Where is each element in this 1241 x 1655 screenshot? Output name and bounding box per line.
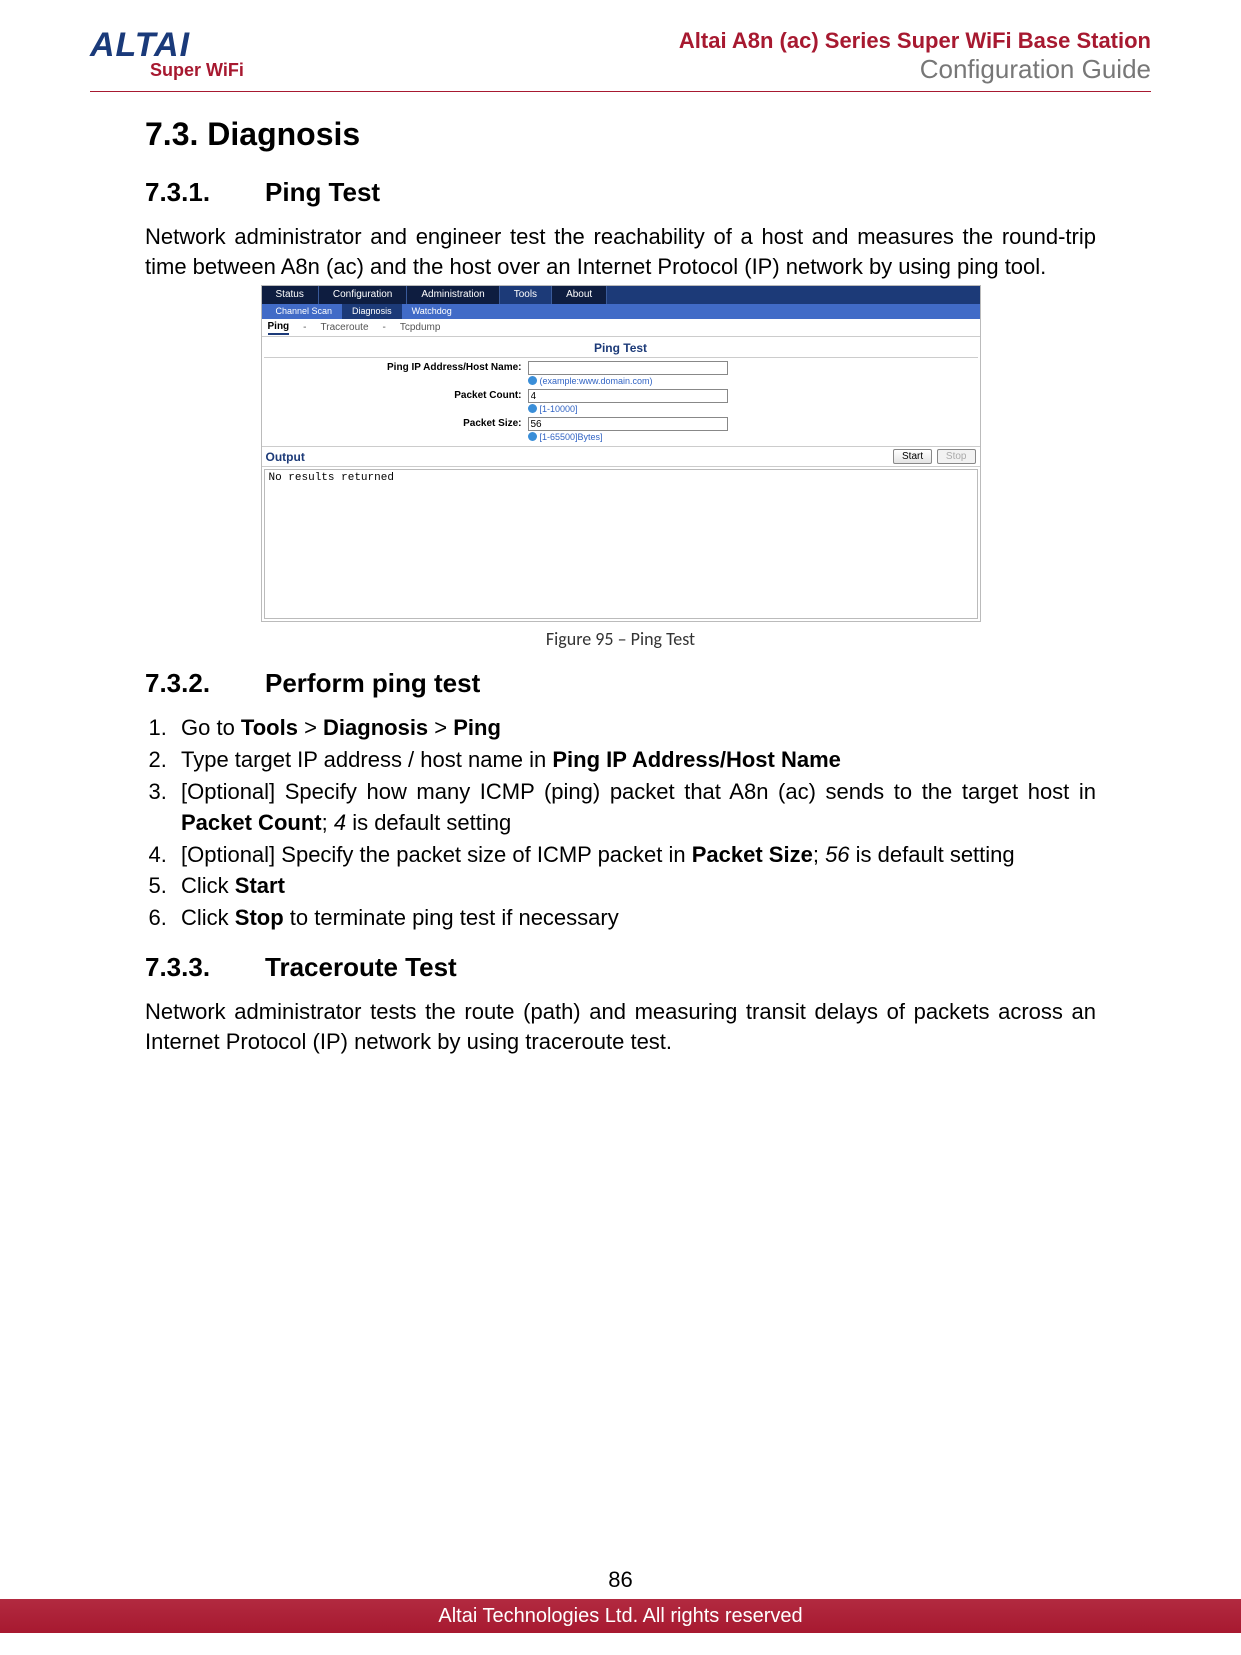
output-box: No results returned xyxy=(264,469,978,619)
subtab-diagnosis[interactable]: Diagnosis xyxy=(342,304,402,319)
doc-title: Altai A8n (ac) Series Super WiFi Base St… xyxy=(679,28,1151,54)
figure-caption: Figure 95 – Ping Test xyxy=(261,628,981,650)
logo-sub: Super WiFi xyxy=(150,60,244,81)
output-title: Output xyxy=(266,450,305,464)
stop-button[interactable]: Stop xyxy=(937,449,976,464)
tab-administration[interactable]: Administration xyxy=(407,286,499,304)
logo-main: ALTAI xyxy=(90,28,244,62)
subtab-channel-scan[interactable]: Channel Scan xyxy=(266,304,343,319)
sub-title: Ping Test xyxy=(265,177,380,207)
doc-subtitle: Configuration Guide xyxy=(679,54,1151,85)
crumb-sep: - xyxy=(303,322,306,333)
tab-configuration[interactable]: Configuration xyxy=(319,286,407,304)
sub-tab-bar: Channel Scan Diagnosis Watchdog xyxy=(262,304,980,319)
header-right: Altai A8n (ac) Series Super WiFi Base St… xyxy=(679,28,1151,85)
step-1: Go to Tools > Diagnosis > Ping xyxy=(173,713,1096,744)
count-label: Packet Count: xyxy=(262,389,528,401)
sub-title: Perform ping test xyxy=(265,668,480,698)
tab-status[interactable]: Status xyxy=(262,286,319,304)
logo: ALTAI Super WiFi xyxy=(90,28,244,81)
sub-num: 7.3.1. xyxy=(145,177,265,208)
size-input[interactable] xyxy=(528,417,728,431)
sub-title: Traceroute Test xyxy=(265,952,457,982)
breadcrumb: Ping - Traceroute - Tcpdump xyxy=(262,319,980,337)
tab-tools[interactable]: Tools xyxy=(500,286,552,304)
step-5: Click Start xyxy=(173,871,1096,902)
step-4: [Optional] Specify the packet size of IC… xyxy=(173,840,1096,871)
subsection-perform-ping: 7.3.2.Perform ping test xyxy=(145,668,1096,699)
crumb-tcpdump[interactable]: Tcpdump xyxy=(400,322,441,333)
section-heading: 7.3. Diagnosis xyxy=(145,116,1096,153)
sub-num: 7.3.3. xyxy=(145,952,265,983)
ping-test-paragraph: Network administrator and engineer test … xyxy=(145,222,1096,281)
crumb-ping[interactable]: Ping xyxy=(268,321,290,335)
start-button[interactable]: Start xyxy=(893,449,932,464)
footer-copyright: Altai Technologies Ltd. All rights reser… xyxy=(0,1599,1241,1633)
host-label: Ping IP Address/Host Name: xyxy=(262,361,528,373)
crumb-sep: - xyxy=(383,322,386,333)
step-6: Click Stop to terminate ping test if nec… xyxy=(173,903,1096,934)
size-label: Packet Size: xyxy=(262,417,528,429)
count-hint: [1-10000] xyxy=(528,404,980,414)
sub-num: 7.3.2. xyxy=(145,668,265,699)
subsection-traceroute: 7.3.3.Traceroute Test xyxy=(145,952,1096,983)
host-hint: (example:www.domain.com) xyxy=(528,376,980,386)
main-tab-bar: Status Configuration Administration Tool… xyxy=(262,286,980,304)
section-num: 7.3. xyxy=(145,116,198,152)
traceroute-paragraph: Network administrator tests the route (p… xyxy=(145,997,1096,1056)
steps-list: Go to Tools > Diagnosis > Ping Type targ… xyxy=(173,713,1096,934)
crumb-traceroute[interactable]: Traceroute xyxy=(321,322,369,333)
size-hint: [1-65500]Bytes] xyxy=(528,432,980,442)
tab-about[interactable]: About xyxy=(552,286,607,304)
subtab-watchdog[interactable]: Watchdog xyxy=(402,304,462,319)
subsection-ping-test: 7.3.1.Ping Test xyxy=(145,177,1096,208)
ping-test-screenshot: Status Configuration Administration Tool… xyxy=(261,285,981,622)
count-input[interactable] xyxy=(528,389,728,403)
panel-title: Ping Test xyxy=(264,337,978,358)
figure-ping-test: Status Configuration Administration Tool… xyxy=(261,285,981,650)
section-title: Diagnosis xyxy=(207,116,360,152)
step-3: [Optional] Specify how many ICMP (ping) … xyxy=(173,777,1096,839)
host-input[interactable] xyxy=(528,361,728,375)
page-number: 86 xyxy=(0,1567,1241,1593)
page-header: ALTAI Super WiFi Altai A8n (ac) Series S… xyxy=(90,28,1151,92)
step-2: Type target IP address / host name in Pi… xyxy=(173,745,1096,776)
